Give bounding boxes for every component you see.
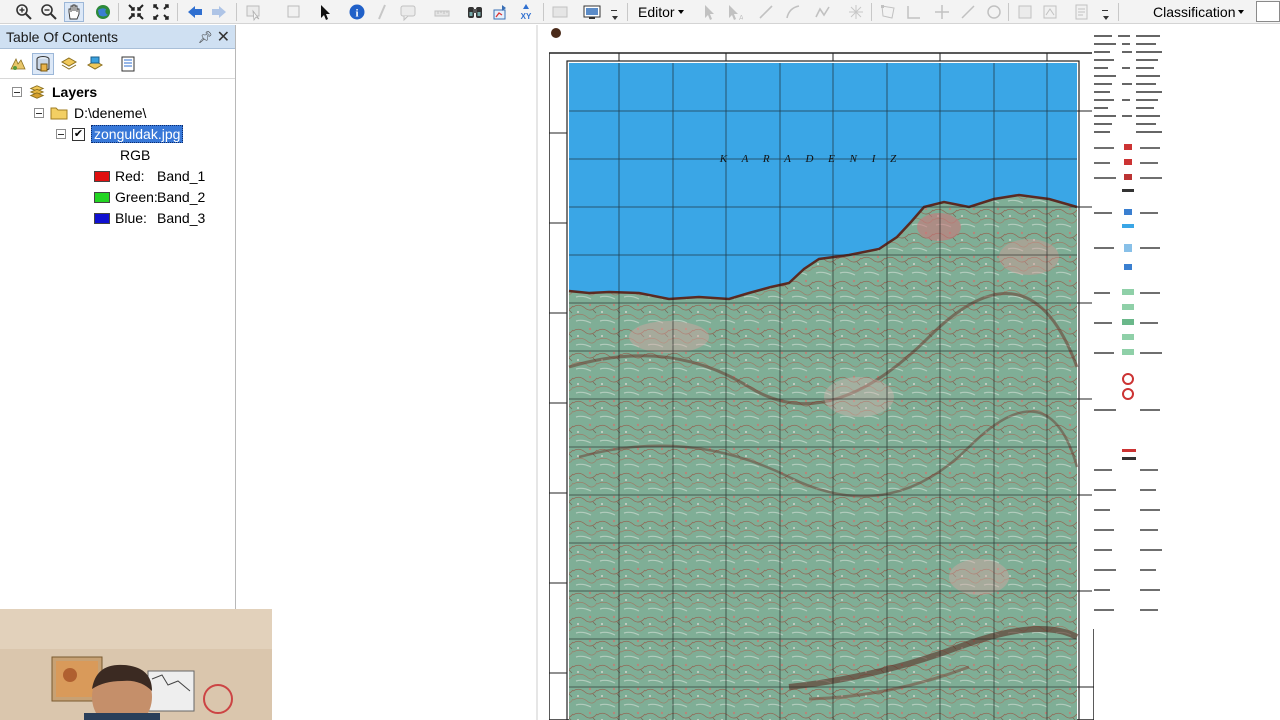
band-row-green[interactable]: Green: Band_2: [94, 187, 205, 207]
sketch-properties-icon[interactable]: [1040, 2, 1060, 22]
point-icon[interactable]: [846, 2, 866, 22]
toolbar-separator: [1118, 3, 1119, 21]
layer-visibility-checkbox[interactable]: ✔: [72, 127, 85, 141]
collapse-icon[interactable]: [56, 129, 66, 139]
band-name: Band_2: [157, 189, 206, 205]
list-by-drawing-order-icon[interactable]: [7, 53, 29, 75]
layers-node[interactable]: Layers: [12, 82, 97, 102]
toolbar-separator: [118, 3, 119, 21]
options-icon[interactable]: [117, 53, 139, 75]
fixed-zoom-in-icon[interactable]: [126, 2, 146, 22]
hyperlink-icon[interactable]: [372, 2, 392, 22]
layers-label: Layers: [52, 84, 98, 100]
endpoint-arc-icon[interactable]: [783, 2, 803, 22]
pin-icon[interactable]: 📌︎: [198, 30, 213, 44]
pan-icon[interactable]: [64, 2, 84, 22]
list-by-visibility-icon[interactable]: [58, 53, 80, 75]
red-band-swatch[interactable]: [94, 170, 110, 182]
band-name: Band_1: [157, 168, 206, 184]
renderer-label: RGB: [120, 147, 151, 163]
folder-node[interactable]: D:\deneme\: [34, 103, 146, 123]
folder-icon: [50, 107, 68, 120]
measure-icon[interactable]: [432, 2, 452, 22]
blue-band-swatch[interactable]: [94, 212, 110, 224]
green-band-swatch[interactable]: [94, 191, 110, 203]
toc-tree: Layers D:\deneme\ ✔ zonguldak.jpg RGB Re…: [0, 79, 235, 679]
toolbar-separator: [871, 3, 872, 21]
collapse-icon[interactable]: [12, 87, 22, 97]
forward-icon[interactable]: [209, 2, 229, 22]
back-icon[interactable]: [185, 2, 205, 22]
chevron-down-icon: [1238, 10, 1245, 14]
arcmap-window: i XY Editor A Classification Table Of Co…: [0, 0, 1280, 720]
toc-title: Table Of Contents: [6, 28, 119, 45]
toolbar-options-chevron-icon[interactable]: [1102, 8, 1109, 22]
find-icon[interactable]: [465, 2, 485, 22]
band-channel-label: Red:: [115, 168, 145, 184]
editor-menu-label: Editor: [638, 4, 675, 20]
map-legend: [1092, 29, 1164, 629]
toolbar-options-chevron-icon[interactable]: [611, 8, 618, 22]
toolbar-separator: [177, 3, 178, 21]
full-extent-icon[interactable]: [93, 2, 113, 22]
main-toolbar: i XY Editor A Classification: [0, 0, 1280, 24]
layer-name[interactable]: zonguldak.jpg: [91, 125, 184, 143]
select-elements-icon[interactable]: [315, 2, 335, 22]
select-features-icon[interactable]: [244, 2, 264, 22]
split-icon[interactable]: [958, 2, 978, 22]
trace-icon[interactable]: [813, 2, 833, 22]
list-by-source-icon[interactable]: [32, 53, 54, 75]
reshape-icon[interactable]: [904, 2, 924, 22]
fixed-zoom-out-icon[interactable]: [151, 2, 171, 22]
editor-menu[interactable]: Editor: [634, 2, 688, 22]
svg-text:XY: XY: [521, 12, 532, 21]
zoom-out-icon[interactable]: [39, 2, 59, 22]
topographic-map-image[interactable]: K A R A D E N I Z: [549, 37, 1094, 720]
classification-combobox[interactable]: [1256, 1, 1280, 22]
edit-tool-icon[interactable]: [699, 2, 719, 22]
band-channel-label: Green:: [115, 189, 158, 205]
viewer-icon[interactable]: [582, 2, 602, 22]
straight-segment-icon[interactable]: [756, 2, 776, 22]
rotate-icon[interactable]: [984, 2, 1004, 22]
map-sheet-edge: [536, 25, 538, 720]
band-name: Band_3: [157, 210, 206, 226]
sea-label: K A R A D E N I Z: [719, 153, 902, 165]
list-by-selection-icon[interactable]: [84, 53, 106, 75]
find-route-icon[interactable]: [491, 2, 511, 22]
html-popup-icon[interactable]: [398, 2, 418, 22]
toolbar-separator: [543, 3, 544, 21]
layer-node[interactable]: ✔ zonguldak.jpg: [56, 124, 184, 144]
identify-icon[interactable]: i: [347, 2, 367, 22]
map-display[interactable]: K A R A D E N I Z: [241, 25, 1280, 720]
webcam-overlay: [0, 609, 272, 720]
clear-selection-icon[interactable]: [284, 2, 304, 22]
folder-label: D:\deneme\: [74, 105, 147, 121]
edit-annotation-icon[interactable]: A: [724, 2, 744, 22]
band-channel-label: Blue:: [115, 210, 147, 226]
toc-toolbar: [0, 49, 235, 79]
collapse-icon[interactable]: [34, 108, 44, 118]
chevron-down-icon: [677, 10, 684, 14]
edit-vertices-icon[interactable]: [878, 2, 898, 22]
renderer-label-row: RGB: [120, 145, 150, 165]
toc-title-bar: Table Of Contents 📌︎ ✕: [0, 25, 235, 49]
svg-text:A: A: [739, 15, 743, 21]
goto-xy-icon[interactable]: XY: [516, 2, 536, 22]
attributes-icon[interactable]: [1015, 2, 1035, 22]
toolbar-separator: [627, 3, 628, 21]
create-features-icon[interactable]: [1072, 2, 1092, 22]
toolbar-separator: [1008, 3, 1009, 21]
close-icon[interactable]: ✕: [217, 27, 230, 47]
time-slider-icon[interactable]: [550, 2, 570, 22]
classification-menu[interactable]: Classification: [1149, 2, 1248, 22]
toolbar-separator: [236, 3, 237, 21]
band-row-blue[interactable]: Blue: Band_3: [94, 208, 205, 228]
svg-text:i: i: [355, 8, 358, 20]
classification-menu-label: Classification: [1153, 4, 1236, 20]
layers-icon: [29, 85, 45, 99]
zoom-in-icon[interactable]: [14, 2, 34, 22]
band-row-red[interactable]: Red: Band_1: [94, 166, 205, 186]
cut-polygons-icon[interactable]: [932, 2, 952, 22]
